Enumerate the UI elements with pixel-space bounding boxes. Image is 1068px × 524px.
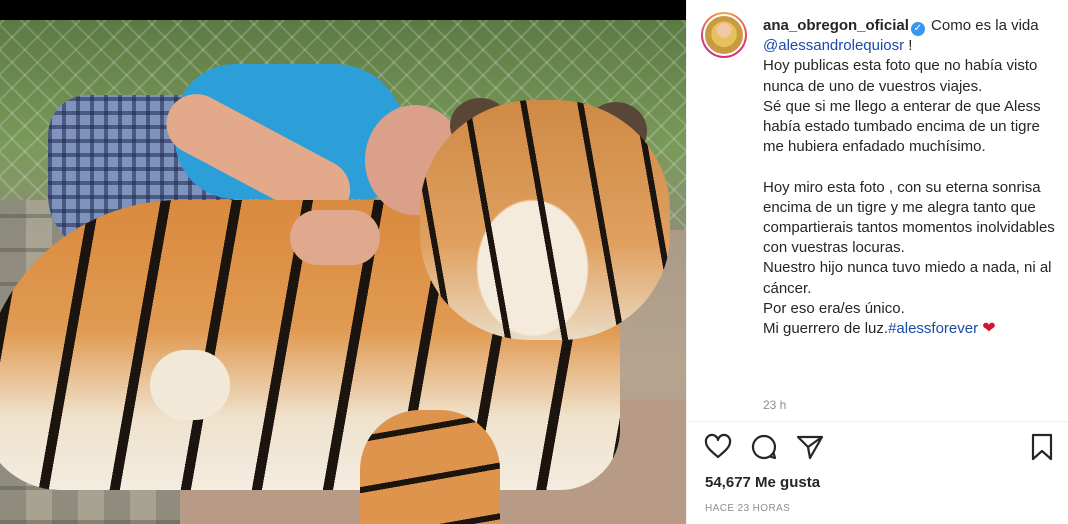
like-count[interactable]: 54,677 Me gusta — [705, 474, 820, 491]
username-link[interactable]: ana_obregon_oficial — [763, 17, 909, 34]
caption-text-intro: Como es la vida — [926, 17, 1043, 34]
red-heart-emoji: ❤ — [982, 320, 996, 338]
comment-icon[interactable] — [749, 432, 779, 462]
post-caption: ana_obregon_oficial ✓ Como es la vida @al… — [763, 16, 1055, 339]
mention-link[interactable]: @alessandrolequiosr — [763, 37, 904, 54]
tiger-paw — [150, 350, 230, 420]
user-avatar[interactable] — [701, 12, 747, 58]
post-photo-pane — [0, 0, 686, 524]
hashtag-link[interactable]: #alessforever — [888, 320, 978, 337]
bookmark-icon[interactable] — [1027, 432, 1057, 462]
tiger-leg — [360, 410, 500, 524]
heart-icon[interactable] — [703, 432, 733, 462]
person-hand — [290, 210, 380, 265]
avatar-image — [703, 14, 745, 56]
comment-time-ago[interactable]: 23 h — [763, 398, 786, 412]
verified-badge-icon: ✓ — [910, 22, 925, 36]
caption-text-body: ! Hoy publicas esta foto que no había vi… — [763, 37, 1055, 338]
section-divider — [687, 421, 1068, 422]
tiger-head — [420, 100, 670, 340]
share-icon[interactable] — [795, 432, 825, 462]
post-photo[interactable] — [0, 20, 686, 524]
post-action-bar — [703, 432, 1059, 464]
post-date[interactable]: HACE 23 HORAS — [705, 503, 790, 514]
post-side-panel: ana_obregon_oficial ✓ Como es la vida @al… — [686, 0, 1068, 524]
